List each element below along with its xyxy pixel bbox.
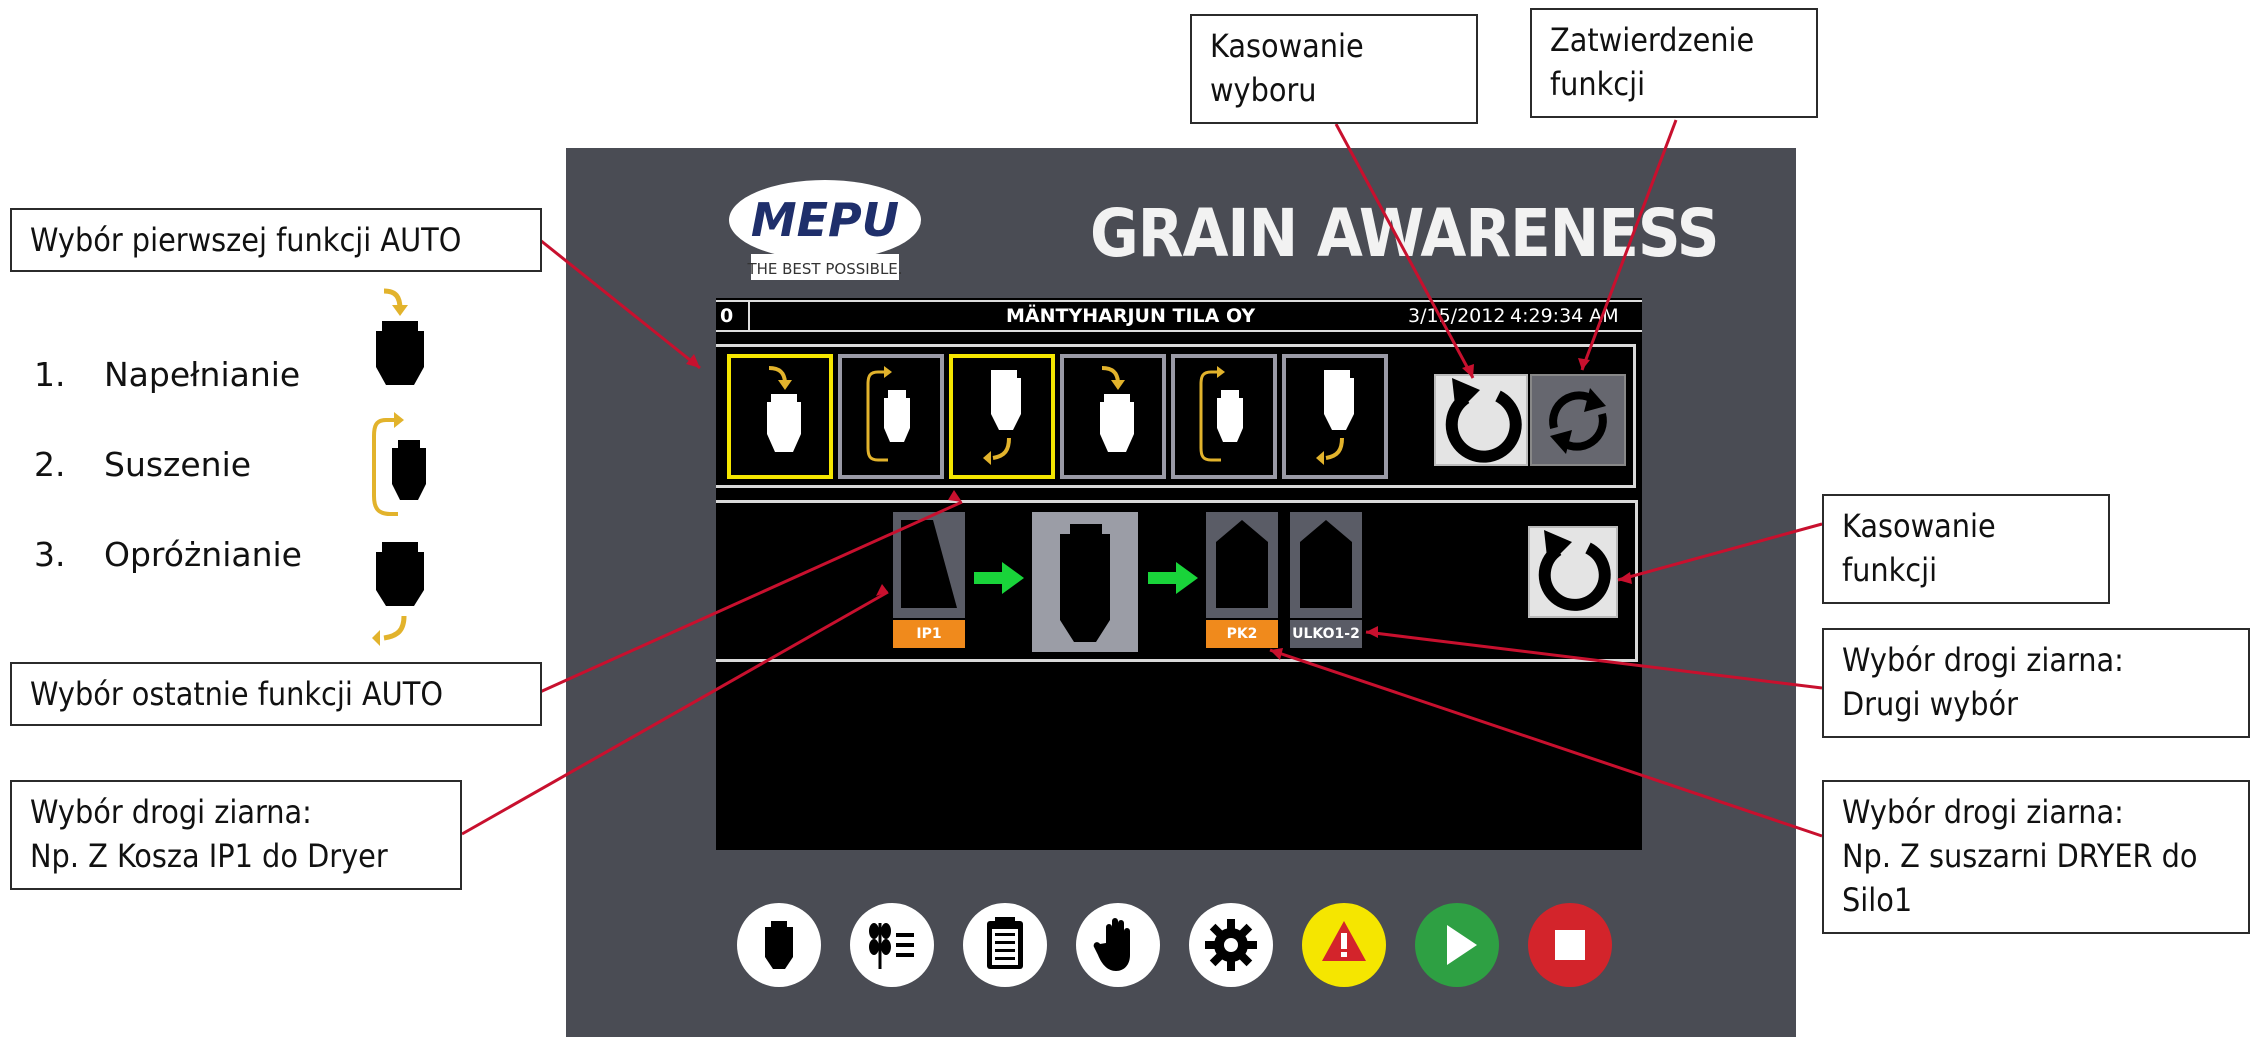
leader-cancel-selection (1334, 123, 1475, 379)
callout-cancel-selection: Kasowanie wyboru (1190, 14, 1478, 124)
callout-dryer-to-silo: Wybór drogi ziarna: Np. Z suszarni DRYER… (1822, 780, 2250, 934)
leader-second-choice (1365, 630, 1823, 690)
callout-confirm-function: Zatwierdzenie funkcji (1530, 8, 1818, 118)
callout-cancel-function: Kasowanie funkcji (1822, 494, 2110, 604)
callout-second-choice: Wybór drogi ziarna: Drugi wybór (1822, 628, 2250, 738)
callout-first-auto: Wybór pierwszej funkcji AUTO (10, 208, 542, 272)
callout-route-source: Wybór drogi ziarna: Np. Z Kosza IP1 do D… (10, 780, 462, 890)
leader-last-auto (539, 500, 963, 694)
leader-confirm-function (1580, 119, 1678, 371)
callout-last-auto: Wybór ostatnie funkcji AUTO (10, 662, 542, 726)
leader-first-auto (539, 238, 701, 370)
leader-cancel-function (1617, 522, 1823, 582)
